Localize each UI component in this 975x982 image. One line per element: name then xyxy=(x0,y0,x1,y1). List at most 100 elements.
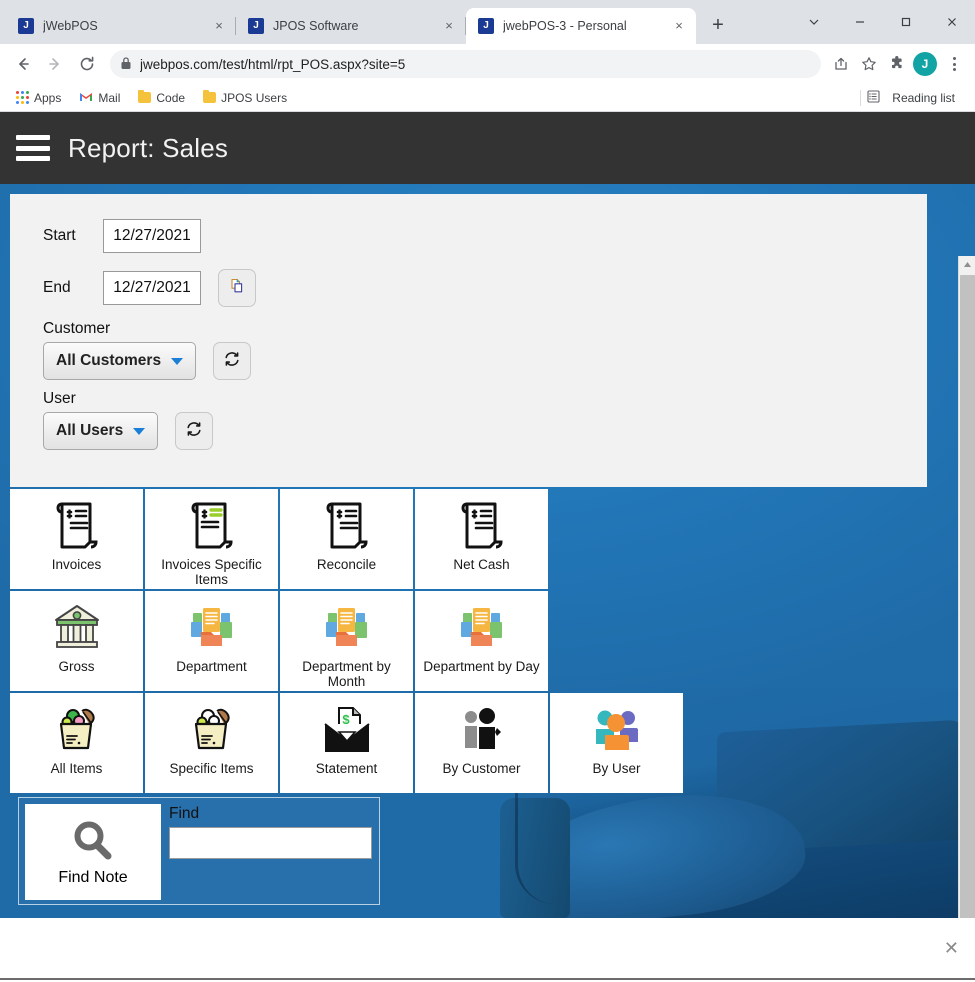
tile-all-items[interactable]: All Items xyxy=(10,693,143,793)
tile-label: Invoices Specific Items xyxy=(161,557,262,587)
tab-search-chevron-icon[interactable] xyxy=(791,6,837,38)
tile-label: All Items xyxy=(50,761,103,776)
scroll-up-arrow-icon[interactable] xyxy=(959,256,975,273)
close-window-button[interactable] xyxy=(929,6,975,38)
chevron-down-icon xyxy=(171,357,184,365)
tile-department[interactable]: Department xyxy=(145,591,278,691)
web-page: Report: Sales Start 12/27/2021 End 12/27… xyxy=(0,112,975,918)
two-people-icon xyxy=(456,701,508,759)
bookmark-apps[interactable]: Apps xyxy=(10,89,67,107)
tile-department-by-day[interactable]: Department by Day xyxy=(415,591,548,691)
browser-menu-icon[interactable] xyxy=(941,51,967,77)
minimize-button[interactable] xyxy=(837,6,883,38)
close-icon[interactable]: ✕ xyxy=(944,939,959,957)
find-field-group: Find xyxy=(161,804,373,859)
start-date-input[interactable]: 12/27/2021 xyxy=(103,219,201,253)
browser-tab-3-active[interactable]: J jwebPOS-3 - Personal × xyxy=(466,8,696,44)
refresh-icon xyxy=(185,420,203,443)
magnifier-icon xyxy=(69,818,117,869)
tab-strip: J jWebPOS × J JPOS Software × J jwebPOS-… xyxy=(0,0,975,44)
browser-tab-1[interactable]: J jWebPOS × xyxy=(6,8,236,44)
tab-title: jwebPOS-3 - Personal xyxy=(503,19,627,33)
bookmark-jpos-users[interactable]: JPOS Users xyxy=(197,89,293,107)
folder-icon xyxy=(138,90,152,103)
tab-close-icon[interactable]: × xyxy=(670,17,688,35)
tile-reconcile[interactable]: Reconcile xyxy=(280,489,413,589)
folder-documents-icon xyxy=(322,599,372,657)
star-icon[interactable] xyxy=(857,52,881,76)
window-controls xyxy=(791,0,975,44)
report-filter-panel: Start 12/27/2021 End 12/27/2021 Customer… xyxy=(10,194,927,487)
bookmark-mail[interactable]: Mail xyxy=(73,89,126,107)
chevron-down-icon xyxy=(133,427,146,435)
maximize-button[interactable] xyxy=(883,6,929,38)
tile-net-cash[interactable]: Net Cash xyxy=(415,489,548,589)
folder-documents-icon xyxy=(457,599,507,657)
tab-favicon: J xyxy=(478,18,494,34)
find-note-panel: Find Note Find xyxy=(18,797,380,905)
browser-window: J jWebPOS × J JPOS Software × J jwebPOS-… xyxy=(0,0,975,982)
profile-avatar[interactable]: J xyxy=(913,52,937,76)
tile-label: Specific Items xyxy=(169,761,254,776)
reading-list-area: Reading list xyxy=(860,89,965,107)
reading-list-icon xyxy=(867,89,880,106)
find-input[interactable] xyxy=(169,827,372,859)
tile-row-1: Invoices Invoices Specific Items Reconci… xyxy=(10,489,710,589)
tile-statement[interactable]: $ Statement xyxy=(280,693,413,793)
tab-title: jWebPOS xyxy=(43,19,98,33)
customer-refresh-button[interactable] xyxy=(213,342,252,380)
bookmark-label: Apps xyxy=(34,90,62,105)
user-row: All Users xyxy=(43,412,927,450)
tile-label: Department xyxy=(176,659,247,674)
hamburger-menu-icon[interactable] xyxy=(16,135,50,161)
user-refresh-button[interactable] xyxy=(175,412,214,450)
copy-date-button[interactable] xyxy=(218,269,256,307)
forward-button[interactable] xyxy=(40,49,70,79)
tile-label: By Customer xyxy=(442,761,521,776)
folder-icon xyxy=(203,90,217,103)
bottom-status-bar: ✕ xyxy=(0,918,975,980)
browser-tab-2[interactable]: J JPOS Software × xyxy=(236,8,466,44)
bank-icon xyxy=(50,599,104,657)
tile-gross[interactable]: Gross xyxy=(10,591,143,691)
divider xyxy=(860,89,862,106)
copy-icon xyxy=(228,277,246,300)
tile-invoices[interactable]: Invoices xyxy=(10,489,143,589)
tab-title: JPOS Software xyxy=(273,19,359,33)
user-select[interactable]: All Users xyxy=(43,412,159,450)
reading-list-button[interactable]: Reading list xyxy=(886,89,961,107)
vertical-scrollbar[interactable] xyxy=(958,256,975,918)
receipt-icon xyxy=(459,497,505,555)
tile-invoices-specific-items[interactable]: Invoices Specific Items xyxy=(145,489,278,589)
end-date-input[interactable]: 12/27/2021 xyxy=(103,271,201,305)
user-group-icon xyxy=(591,701,643,759)
tab-close-icon[interactable]: × xyxy=(210,17,228,35)
bookmarks-bar: Apps Mail Code JPOS Users Reading list xyxy=(0,84,975,112)
tile-label: By User xyxy=(592,761,641,776)
apps-grid-icon xyxy=(16,91,29,104)
tile-department-by-month[interactable]: Department by Month xyxy=(280,591,413,691)
find-note-button[interactable]: Find Note xyxy=(25,804,161,900)
customer-row: All Customers xyxy=(43,342,927,380)
back-button[interactable] xyxy=(8,49,38,79)
share-icon[interactable] xyxy=(829,52,853,76)
new-tab-button[interactable]: + xyxy=(704,12,732,40)
address-bar-url: jwebpos.com/test/html/rpt_POS.aspx?site=… xyxy=(140,56,406,72)
reload-button[interactable] xyxy=(72,49,102,79)
puzzle-icon[interactable] xyxy=(885,52,909,76)
tile-by-customer[interactable]: By Customer xyxy=(415,693,548,793)
scrollbar-thumb[interactable] xyxy=(960,275,975,918)
address-bar[interactable]: jwebpos.com/test/html/rpt_POS.aspx?site=… xyxy=(110,50,821,78)
customer-select-value: All Customers xyxy=(56,352,162,369)
bookmark-label: JPOS Users xyxy=(221,90,288,105)
envelope-document-icon: $ xyxy=(320,701,374,759)
tile-specific-items[interactable]: Specific Items xyxy=(145,693,278,793)
tab-close-icon[interactable]: × xyxy=(440,17,458,35)
tile-by-user[interactable]: By User xyxy=(550,693,683,793)
customer-select[interactable]: All Customers xyxy=(43,342,197,380)
start-date-row: Start 12/27/2021 xyxy=(43,216,927,256)
start-date-label: Start xyxy=(43,227,76,244)
receipt-icon xyxy=(324,497,370,555)
toolbar-actions: J xyxy=(829,51,967,77)
bookmark-code[interactable]: Code xyxy=(132,89,191,107)
